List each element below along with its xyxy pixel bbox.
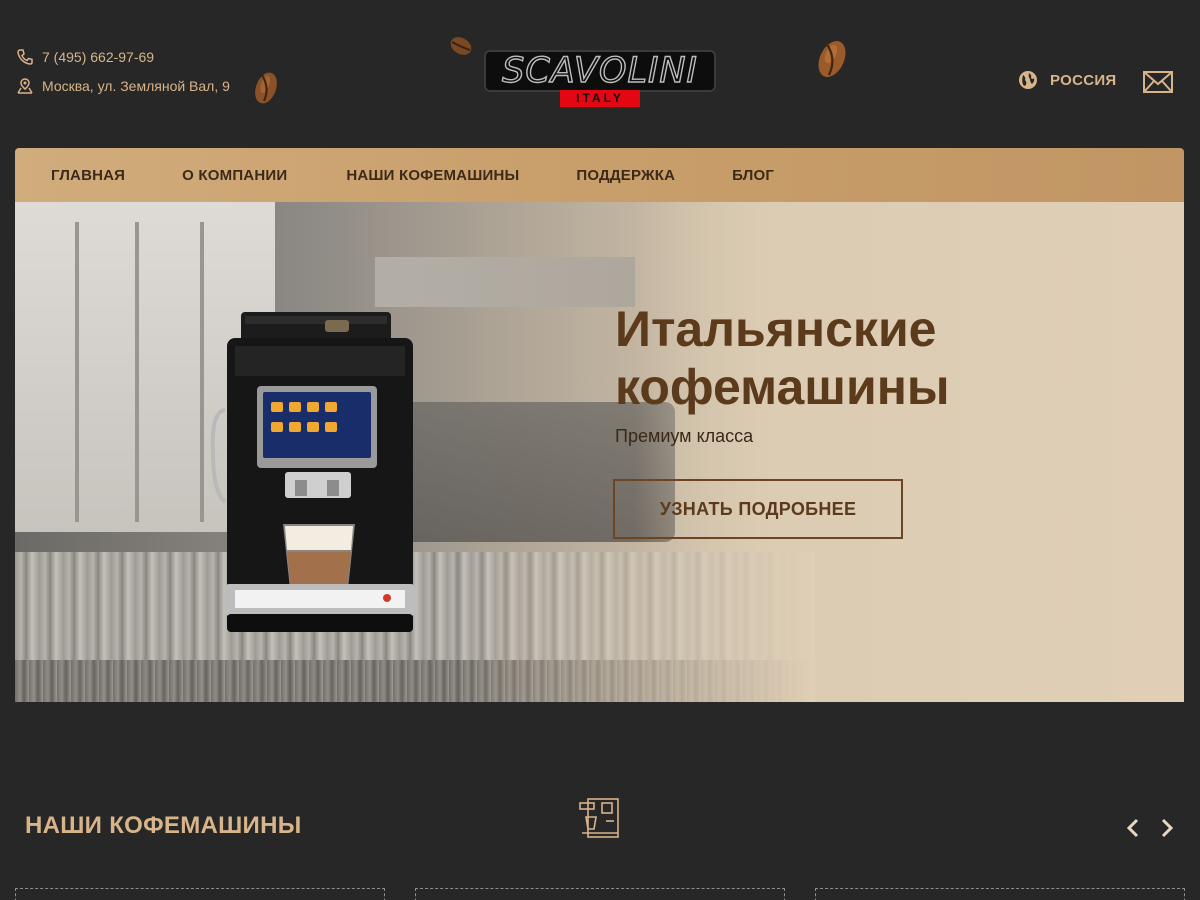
hero-subtitle: Премиум класса	[615, 426, 754, 446]
nav-item-machines[interactable]: НАШИ КОФЕМАШИНЫ	[346, 167, 519, 184]
coffee-bean-icon	[255, 72, 277, 104]
logo-wordmark: SCAVOLINI	[501, 50, 698, 91]
logo-plate: SCAVOLINI	[484, 50, 716, 92]
hero-title: Итальянские кофемашины	[615, 301, 950, 415]
nav-item-about[interactable]: О КОМПАНИИ	[182, 167, 287, 184]
mail-icon[interactable]	[1143, 71, 1173, 93]
site-header: 7 (495) 662-97-69 Москва, ул. Земляной В…	[0, 0, 1200, 148]
learn-more-button[interactable]: УЗНАТЬ ПОДРОБНЕЕ	[613, 479, 903, 539]
hero-banner: Итальянские кофемашины Премиум класса УЗ…	[15, 202, 1184, 702]
chevron-left-icon[interactable]	[1124, 816, 1142, 840]
product-card[interactable]	[815, 888, 1185, 900]
coffee-machine-image	[210, 312, 415, 632]
product-card[interactable]	[415, 888, 785, 900]
phone-number[interactable]: 7 (495) 662-97-69	[42, 49, 154, 65]
header-phone[interactable]: 7 (495) 662-97-69	[16, 48, 154, 66]
logo-tag: ITALY	[560, 90, 640, 107]
main-nav: ГЛАВНАЯ О КОМПАНИИ НАШИ КОФЕМАШИНЫ ПОДДЕ…	[15, 148, 1184, 202]
location-icon	[16, 77, 34, 95]
nav-item-home[interactable]: ГЛАВНАЯ	[51, 167, 125, 184]
hero-background-shelf	[375, 257, 635, 307]
address-text: Москва, ул. Земляной Вал, 9	[42, 78, 230, 94]
globe-icon	[1018, 70, 1038, 90]
site-logo[interactable]: SCAVOLINI ITALY	[484, 50, 716, 108]
header-address: Москва, ул. Земляной Вал, 9	[16, 77, 230, 95]
nav-item-support[interactable]: ПОДДЕРЖКА	[576, 167, 675, 184]
coffee-machine-icon	[579, 798, 619, 838]
phone-icon	[16, 48, 34, 66]
coffee-bean-icon	[450, 37, 472, 55]
chevron-right-icon[interactable]	[1158, 816, 1176, 840]
region-label[interactable]: РОССИЯ	[1050, 72, 1117, 89]
coffee-bean-icon	[818, 41, 846, 77]
section-title: НАШИ КОФЕМАШИНЫ	[25, 812, 302, 839]
region-selector[interactable]: РОССИЯ	[1018, 70, 1117, 90]
product-card[interactable]	[15, 888, 385, 900]
hero-wood-table-edge	[15, 660, 815, 702]
nav-item-blog[interactable]: БЛОГ	[732, 167, 774, 184]
